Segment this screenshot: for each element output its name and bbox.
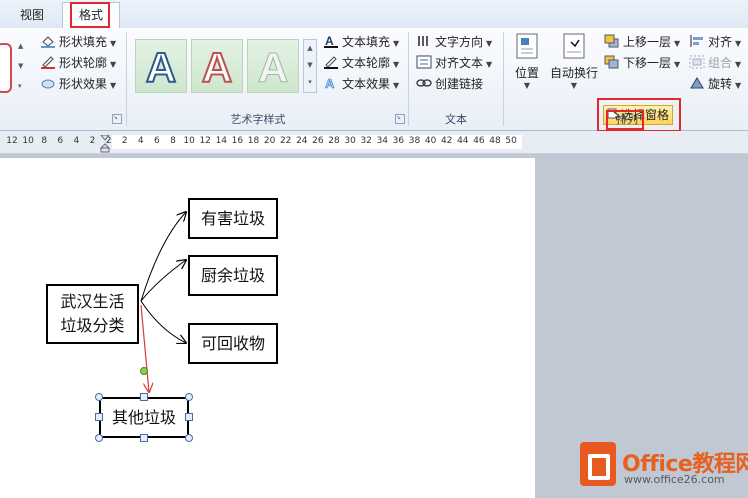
resize-handle[interactable] <box>185 434 193 442</box>
node-recyclables[interactable]: 可回收物 <box>188 323 278 364</box>
resize-handle[interactable] <box>95 393 103 401</box>
node-hazardous-waste[interactable]: 有害垃圾 <box>188 198 278 239</box>
resize-handle[interactable] <box>95 434 103 442</box>
arrow-to-node-1[interactable] <box>140 212 186 302</box>
resize-handle[interactable] <box>185 393 193 401</box>
resize-handle[interactable] <box>95 413 103 421</box>
watermark-url: www.office26.com <box>624 473 725 486</box>
arrow-to-node-3[interactable] <box>140 300 186 343</box>
node-kitchen-waste[interactable]: 厨余垃圾 <box>188 255 278 296</box>
office-logo-icon <box>580 442 616 486</box>
resize-handle[interactable] <box>140 434 148 442</box>
rotation-handle[interactable] <box>140 367 148 375</box>
arrow-to-node-4[interactable] <box>140 304 149 392</box>
root-node[interactable]: 武汉生活 垃圾分类 <box>46 284 139 344</box>
resize-handle[interactable] <box>140 393 148 401</box>
node-other-waste[interactable]: 其他垃圾 <box>99 397 189 438</box>
resize-handle[interactable] <box>185 413 193 421</box>
